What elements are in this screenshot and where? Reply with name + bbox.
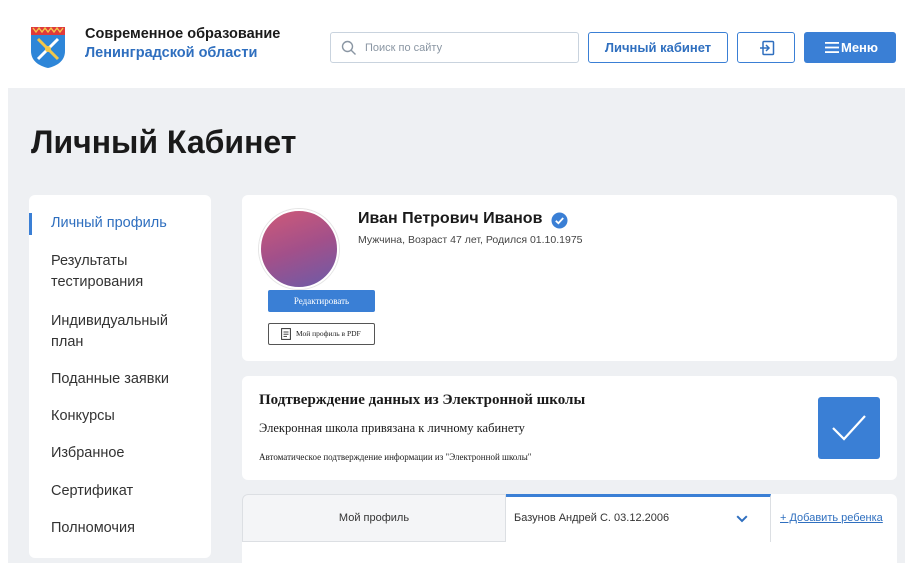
active-item-marker — [29, 213, 32, 235]
sidebar-item-contests[interactable]: Конкурсы — [51, 406, 115, 427]
school-card-subtitle: Элекронная школа привязана к личному каб… — [259, 421, 525, 435]
search-icon — [341, 40, 356, 55]
user-name: Иван Петрович Иванов — [358, 210, 543, 227]
hamburger-icon — [825, 42, 839, 53]
user-info: Мужчина, Возраст 47 лет, Родился 01.10.1… — [358, 234, 583, 246]
coat-of-arms-logo[interactable] — [29, 25, 67, 69]
site-search — [330, 32, 579, 63]
profile-pdf-button[interactable]: Мой профиль в PDF — [268, 323, 375, 345]
sidebar-item-individual-plan[interactable]: Индивидуальный план — [51, 311, 201, 353]
cabinet-button[interactable]: Личный кабинет — [588, 32, 728, 63]
login-icon — [760, 40, 775, 56]
sidebar-item-favorites[interactable]: Избранное — [51, 443, 124, 464]
sidebar-item-certificate[interactable]: Сертификат — [51, 481, 133, 502]
child-select-tab[interactable]: Базунов Андрей С. 03.12.2006 — [506, 494, 771, 542]
edit-profile-button[interactable]: Редактировать — [268, 290, 375, 312]
add-child-link[interactable]: + Добавить ребенка — [780, 512, 883, 524]
site-header: Современное образование Ленинградской об… — [0, 0, 905, 88]
page-title: Личный Кабинет — [31, 124, 297, 160]
child-select-value: Базунов Андрей С. 03.12.2006 — [514, 512, 670, 524]
menu-button[interactable]: Меню — [804, 32, 896, 63]
sidebar-item-profile[interactable]: Личный профиль — [51, 213, 167, 234]
login-button[interactable] — [737, 32, 795, 63]
verified-badge-icon — [551, 212, 568, 229]
sidebar-item-permissions[interactable]: Полномочия — [51, 518, 135, 539]
avatar — [259, 209, 339, 289]
search-input[interactable] — [365, 33, 570, 62]
menu-label: Меню — [841, 40, 879, 55]
checkmark-icon — [832, 415, 866, 441]
sidebar-item-applications[interactable]: Поданные заявки — [51, 369, 169, 390]
pdf-button-label: Мой профиль в PDF — [296, 329, 361, 338]
brand-title: Современное образование — [85, 26, 281, 42]
document-icon — [281, 328, 291, 340]
school-card-title: Подтверждение данных из Электронной школ… — [259, 392, 586, 408]
school-card-note: Автоматическое подтверждение информации … — [259, 452, 532, 462]
sidebar-item-test-results[interactable]: Результаты тестирования — [51, 251, 201, 293]
confirmation-check — [818, 397, 880, 459]
brand-subtitle: Ленинградской области — [85, 45, 258, 61]
tab-my-profile[interactable]: Мой профиль — [242, 494, 506, 542]
chevron-down-icon — [736, 515, 748, 523]
